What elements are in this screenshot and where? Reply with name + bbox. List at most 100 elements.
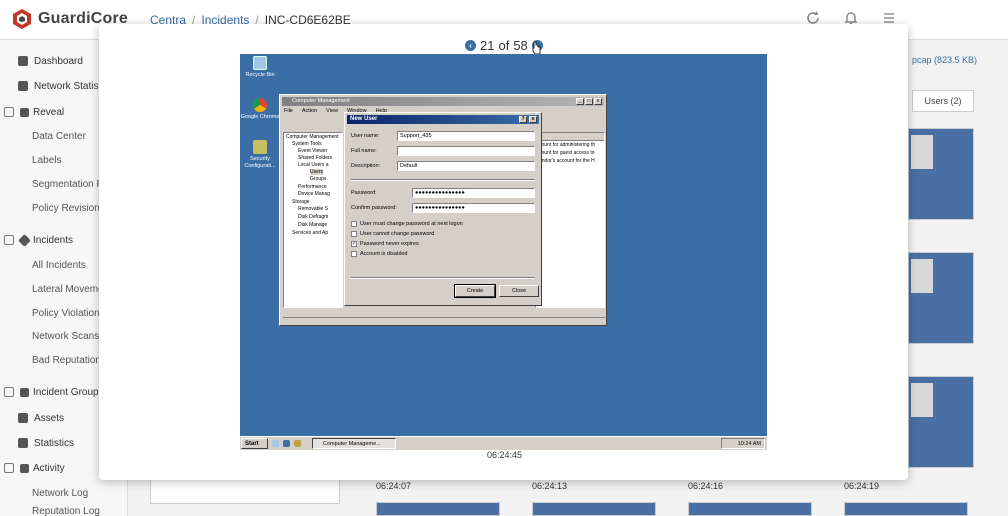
pager-total: 58 <box>513 37 528 53</box>
sidebar-item-network-log[interactable]: Network Log <box>0 482 128 504</box>
incident-groups-icon <box>20 387 29 397</box>
sidebar-item-label: Policy Violations <box>32 307 105 319</box>
screenshot-thumbnail[interactable] <box>532 502 656 516</box>
tree-item[interactable]: Local Users a <box>298 162 329 168</box>
screenshot-thumbnail[interactable] <box>908 376 974 468</box>
screenshot-thumbnail[interactable] <box>908 252 974 344</box>
label-full-name: Full name: <box>351 148 377 154</box>
sidebar-item-label: Policy Revisions <box>32 202 105 214</box>
detail-line: count for administering th <box>539 142 596 148</box>
label-password: Password: <box>351 190 377 196</box>
tree-pane: Computer Management System Tools Event V… <box>283 132 343 308</box>
pcap-download-link[interactable]: pcap (823.5 KB) <box>912 55 977 65</box>
checkbox-must-change-password[interactable]: User must change password at next logon <box>351 221 463 227</box>
desktop-icon-label: Recycle Bin <box>245 72 275 78</box>
collapse-icon <box>4 107 14 117</box>
sidebar-item-label: Statistics <box>34 437 75 449</box>
checkbox-checked[interactable]: ✓ <box>351 241 357 247</box>
maximize-icon[interactable]: □ <box>585 98 593 105</box>
start-button[interactable]: Start <box>241 438 268 449</box>
sidebar-item-label: Lateral Moveme <box>32 283 104 295</box>
detail-pane: n count for administering th count for g… <box>535 132 605 308</box>
screenshot-thumbnail[interactable] <box>844 502 968 516</box>
screenshot-thumbnail[interactable] <box>376 502 500 516</box>
checkbox-password-never-expires[interactable]: ✓ Password never expires <box>351 241 419 247</box>
thumbnail-timestamp: 06:24:16 <box>688 481 724 491</box>
reveal-icon <box>20 107 29 117</box>
security-config-icon <box>253 140 267 154</box>
tree-item[interactable]: System Tools <box>292 141 322 147</box>
tree-item[interactable]: Disk Defragm <box>298 214 328 220</box>
chrome-icon <box>253 98 267 112</box>
show-desktop-icon[interactable] <box>272 440 279 447</box>
sidebar-item-label: Dashboard <box>34 55 83 67</box>
checkbox-box[interactable] <box>351 221 357 227</box>
create-button[interactable]: Create <box>454 284 496 298</box>
assets-icon <box>18 413 28 423</box>
user-name-field[interactable]: Support_435 <box>397 131 535 141</box>
menu-action[interactable]: Action <box>302 108 317 114</box>
tree-item[interactable]: Services and Ap <box>292 230 328 236</box>
ie-icon[interactable] <box>283 440 290 447</box>
collapse-icon <box>4 463 14 473</box>
taskbar-item-computer-management[interactable]: Computer Manageme... <box>312 438 396 449</box>
thumbnail-window <box>911 383 933 417</box>
sidebar-item-label: Reputation Log <box>32 506 100 516</box>
tab-users[interactable]: Users (2) <box>912 90 974 112</box>
window-title: Computer Management <box>292 98 350 104</box>
window-title-bar: Computer Management _ □ x <box>282 97 604 106</box>
checkbox-box[interactable] <box>351 251 357 257</box>
tree-item-users[interactable]: Users <box>310 169 324 175</box>
description-field[interactable]: Default <box>397 161 535 171</box>
pcap-label: pcap (823.5 KB) <box>912 55 978 65</box>
tree-item[interactable]: Removable S <box>298 206 328 212</box>
sidebar-item-label: Activity <box>33 462 65 474</box>
dialog-title: New User <box>350 116 378 122</box>
thumbnail-timestamp: 06:24:07 <box>376 481 412 491</box>
tree-item[interactable]: Storage <box>292 199 310 205</box>
status-bar <box>283 317 605 324</box>
sidebar-item-reputation-log[interactable]: Reputation Log <box>0 506 128 516</box>
thumbnail-timestamp: 06:24:13 <box>532 481 568 491</box>
screenshot-image: Recycle Bin Google Chrome Security Confi… <box>240 54 767 450</box>
close-icon[interactable]: x <box>594 98 602 105</box>
separator <box>351 179 535 181</box>
incidents-icon <box>18 233 31 247</box>
tree-item[interactable]: Shared Folders <box>298 155 332 161</box>
details-panel <box>150 480 340 504</box>
dialog-title-bar: New User ? x <box>347 115 539 124</box>
checkbox-box[interactable] <box>351 231 357 237</box>
tree-item[interactable]: Disk Manage <box>298 222 327 228</box>
menu-view[interactable]: View <box>326 108 338 114</box>
screenshot-thumbnail[interactable] <box>688 502 812 516</box>
detail-header: n <box>536 133 604 141</box>
password-field[interactable]: ●●●●●●●●●●●●●●● <box>412 188 535 198</box>
tree-item[interactable]: Event Viewer <box>298 148 327 154</box>
pager-current: 21 <box>480 37 495 53</box>
sidebar-item-label: Incidents <box>33 234 74 246</box>
checkbox-cannot-change-password[interactable]: User cannot change password <box>351 231 434 237</box>
previous-icon[interactable]: ‹ <box>465 39 476 51</box>
sidebar-item-label: Segmentation Po <box>32 178 109 190</box>
explorer-icon[interactable] <box>294 440 301 447</box>
menu-file[interactable]: File <box>284 108 293 114</box>
tree-item[interactable]: Groups <box>310 176 326 182</box>
sidebar-item-label: Data Center <box>32 130 86 142</box>
full-name-field[interactable] <box>397 146 535 156</box>
desktop-icon-chrome: Google Chrome <box>240 98 280 121</box>
tree-item[interactable]: Computer Management <box>286 134 339 140</box>
thumbnail-window <box>911 259 933 293</box>
checkbox-label: Account is disabled <box>360 251 408 257</box>
confirm-password-field[interactable]: ●●●●●●●●●●●●●●● <box>412 203 535 213</box>
checkbox-account-disabled[interactable]: Account is disabled <box>351 251 407 257</box>
sidebar-item-label: Labels <box>32 154 62 166</box>
close-button[interactable]: Close <box>499 285 539 297</box>
screenshot-thumbnail[interactable] <box>908 128 974 220</box>
tree-item[interactable]: Performance <box>298 184 327 190</box>
close-icon[interactable]: x <box>529 116 537 123</box>
help-icon[interactable]: ? <box>519 116 527 123</box>
tree-item[interactable]: Device Manag <box>298 191 330 197</box>
minimize-icon[interactable]: _ <box>576 98 584 105</box>
taskbar: Start Computer Manageme... 10:24 AM <box>240 436 767 450</box>
screenshot-timestamp: 06:24:45 <box>487 450 523 460</box>
